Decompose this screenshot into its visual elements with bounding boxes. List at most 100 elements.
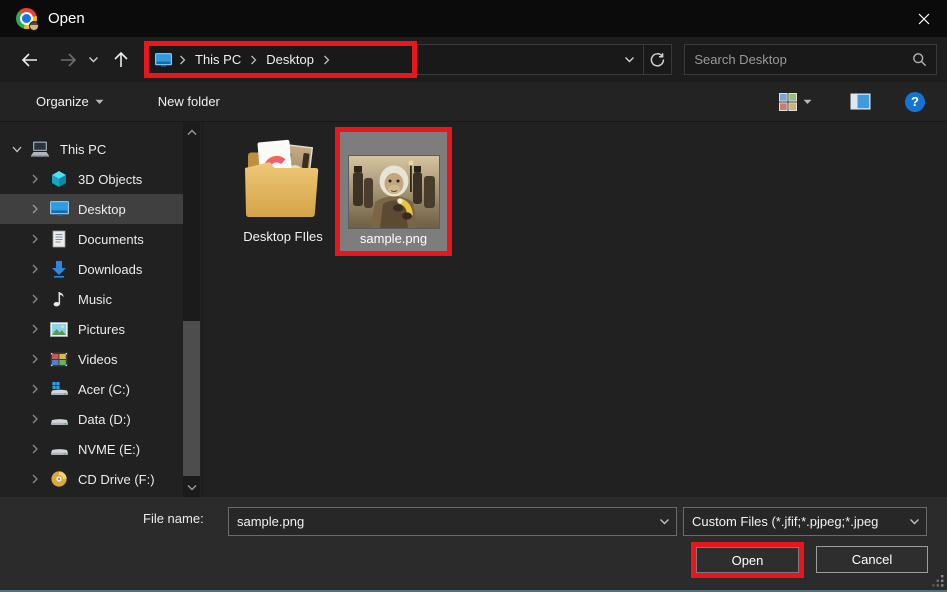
sidebar-item-label: Acer (C:): [78, 382, 130, 397]
preview-pane-button[interactable]: [844, 89, 877, 114]
breadcrumb-chevron-icon: [179, 55, 186, 65]
search-input[interactable]: [694, 52, 912, 67]
search-box[interactable]: [684, 44, 937, 75]
file-tile-sample-png[interactable]: sample.png: [335, 127, 452, 256]
up-arrow-icon: [112, 50, 130, 70]
file-list: Desktop FIles: [203, 122, 947, 497]
cube-icon: [49, 170, 69, 188]
back-button[interactable]: [14, 45, 46, 75]
sidebar-item-desktop[interactable]: Desktop: [0, 194, 184, 224]
open-button-label: Open: [732, 553, 764, 568]
open-button[interactable]: Open: [696, 547, 799, 573]
scrollbar-thumb[interactable]: [183, 321, 200, 476]
change-view-button[interactable]: [773, 89, 818, 115]
caret-down-icon: [95, 99, 104, 105]
back-arrow-icon: [20, 51, 40, 69]
up-button[interactable]: [106, 45, 136, 75]
film-icon: [49, 352, 69, 367]
file-name-input[interactable]: [229, 514, 652, 529]
chevron-down-icon[interactable]: [902, 518, 926, 526]
help-glyph: ?: [911, 94, 919, 109]
chevron-down-icon[interactable]: [652, 518, 676, 526]
cancel-button[interactable]: Cancel: [816, 546, 928, 573]
sidebar-item-label: 3D Objects: [78, 172, 142, 187]
sidebar-item-videos[interactable]: Videos: [0, 344, 184, 374]
chevron-down-icon[interactable]: [10, 145, 24, 154]
file-type-value: Custom Files (*.jfif;*.pjpeg;*.jpeg: [684, 514, 902, 529]
chevron-down-icon: [187, 484, 197, 491]
picture-icon: [49, 322, 69, 337]
chevron-right-icon[interactable]: [28, 173, 42, 185]
sidebar-item-pictures[interactable]: Pictures: [0, 314, 184, 344]
file-name-field-label: File name:: [143, 511, 204, 526]
sidebar-item-label: Pictures: [78, 322, 125, 337]
monitor-icon: [49, 201, 69, 217]
chevron-right-icon[interactable]: [28, 323, 42, 335]
title-bar: Open: [0, 0, 947, 37]
chevron-right-icon[interactable]: [28, 263, 42, 275]
sidebar-item-label: Music: [78, 292, 112, 307]
file-name-label: Desktop FIles: [243, 229, 322, 244]
chevron-right-icon[interactable]: [28, 383, 42, 395]
scroll-down-button[interactable]: [183, 479, 200, 495]
sidebar-item-documents[interactable]: Documents: [0, 224, 184, 254]
sidebar-item-this-pc[interactable]: This PC: [0, 134, 184, 164]
sidebar-item-cd-drive-f[interactable]: CD Drive (F:): [0, 464, 184, 494]
forward-button[interactable]: [52, 45, 84, 75]
command-toolbar: Organize New folder: [0, 82, 947, 121]
views-grid-icon: [779, 93, 797, 111]
close-icon: [917, 12, 931, 26]
resize-grip[interactable]: [932, 575, 944, 587]
chevron-right-icon[interactable]: [28, 473, 42, 485]
breadcrumb-item-this-pc[interactable]: This PC: [193, 50, 243, 69]
file-tile-desktop-files[interactable]: Desktop FIles: [227, 134, 339, 244]
breadcrumb-chevron-icon: [323, 55, 330, 65]
organize-button[interactable]: Organize: [30, 90, 110, 113]
scroll-up-button[interactable]: [183, 124, 200, 140]
dialog-footer: File name: Custom Files (*.jfif;*.pjpeg;…: [0, 497, 947, 592]
sidebar-item-label: CD Drive (F:): [78, 472, 155, 487]
help-button[interactable]: ?: [905, 92, 925, 112]
pc-icon: [29, 140, 51, 158]
sidebar-item-acer-c[interactable]: Acer (C:): [0, 374, 184, 404]
sidebar-item-label: Desktop: [78, 202, 126, 217]
sidebar-item-music[interactable]: Music: [0, 284, 184, 314]
document-icon: [49, 230, 69, 248]
breadcrumb-item-desktop[interactable]: Desktop: [264, 50, 316, 69]
file-type-combo[interactable]: Custom Files (*.jfif;*.pjpeg;*.jpeg: [683, 507, 927, 536]
chevron-right-icon[interactable]: [28, 413, 42, 425]
refresh-icon: [650, 52, 665, 67]
address-bar[interactable]: This PC Desktop: [146, 44, 672, 75]
cd-icon: [49, 470, 69, 488]
refresh-button[interactable]: [644, 45, 671, 74]
address-dropdown-button[interactable]: [616, 45, 643, 74]
chevron-right-icon[interactable]: [28, 233, 42, 245]
sidebar-scrollbar[interactable]: [183, 122, 200, 497]
windows-drive-icon: [49, 381, 69, 397]
navigation-bar: This PC Desktop: [0, 37, 947, 82]
sidebar-item-downloads[interactable]: Downloads: [0, 254, 184, 284]
drive-icon: [49, 411, 69, 427]
chevron-down-icon: [624, 56, 635, 64]
file-name-label: sample.png: [360, 231, 427, 246]
sidebar-item-3d-objects[interactable]: 3D Objects: [0, 164, 184, 194]
chevron-up-icon: [187, 129, 197, 136]
sidebar-item-nvme-e[interactable]: NVME (E:): [0, 434, 184, 464]
chevron-down-icon: [88, 56, 99, 64]
sidebar-item-label: Documents: [78, 232, 144, 247]
chevron-right-icon[interactable]: [28, 203, 42, 215]
close-button[interactable]: [901, 0, 947, 37]
chevron-right-icon[interactable]: [28, 353, 42, 365]
chevron-right-icon[interactable]: [28, 293, 42, 305]
new-folder-button[interactable]: New folder: [152, 90, 226, 113]
file-name-combo[interactable]: [228, 507, 677, 536]
dialog-content: This PC 3D Objects: [0, 121, 947, 497]
sidebar-item-label: Videos: [78, 352, 118, 367]
sidebar-item-data-d[interactable]: Data (D:): [0, 404, 184, 434]
toolbar-right-group: ?: [773, 89, 925, 115]
chevron-right-icon[interactable]: [28, 443, 42, 455]
address-bar-controls: [616, 45, 671, 74]
music-note-icon: [49, 290, 69, 308]
drive-icon: [49, 441, 69, 457]
recent-locations-button[interactable]: [84, 45, 102, 75]
